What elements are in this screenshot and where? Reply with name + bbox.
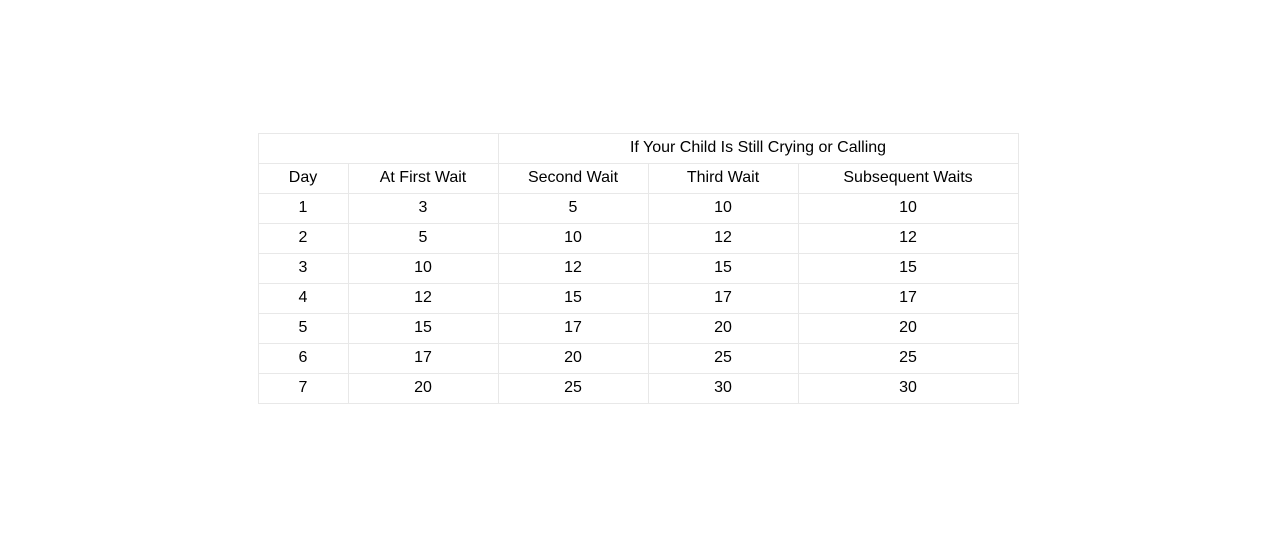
- cell-third-wait: 17: [648, 283, 798, 313]
- cell-subsequent-waits: 12: [798, 223, 1018, 253]
- cell-day: 5: [258, 313, 348, 343]
- cell-subsequent-waits: 25: [798, 343, 1018, 373]
- cell-day: 7: [258, 373, 348, 403]
- cell-third-wait: 25: [648, 343, 798, 373]
- cell-first-wait: 15: [348, 313, 498, 343]
- cell-third-wait: 12: [648, 223, 798, 253]
- column-header-third-wait: Third Wait: [648, 163, 798, 193]
- cell-third-wait: 10: [648, 193, 798, 223]
- merged-header-cell: If Your Child Is Still Crying or Calling: [498, 133, 1018, 163]
- table-header-row-2: Day At First Wait Second Wait Third Wait…: [258, 163, 1018, 193]
- table-row: 3 10 12 15 15: [258, 253, 1018, 283]
- cell-first-wait: 5: [348, 223, 498, 253]
- cell-second-wait: 5: [498, 193, 648, 223]
- cell-subsequent-waits: 30: [798, 373, 1018, 403]
- table-row: 7 20 25 30 30: [258, 373, 1018, 403]
- cell-subsequent-waits: 10: [798, 193, 1018, 223]
- blank-header-cell: [258, 133, 498, 163]
- cell-first-wait: 17: [348, 343, 498, 373]
- cell-first-wait: 3: [348, 193, 498, 223]
- cell-day: 4: [258, 283, 348, 313]
- cell-third-wait: 20: [648, 313, 798, 343]
- cell-day: 3: [258, 253, 348, 283]
- cell-third-wait: 15: [648, 253, 798, 283]
- wait-times-table: If Your Child Is Still Crying or Calling…: [258, 133, 1019, 404]
- column-header-first-wait: At First Wait: [348, 163, 498, 193]
- cell-first-wait: 10: [348, 253, 498, 283]
- cell-first-wait: 20: [348, 373, 498, 403]
- cell-subsequent-waits: 17: [798, 283, 1018, 313]
- column-header-second-wait: Second Wait: [498, 163, 648, 193]
- table-row: 1 3 5 10 10: [258, 193, 1018, 223]
- cell-day: 2: [258, 223, 348, 253]
- cell-second-wait: 10: [498, 223, 648, 253]
- cell-second-wait: 12: [498, 253, 648, 283]
- column-header-day: Day: [258, 163, 348, 193]
- cell-subsequent-waits: 15: [798, 253, 1018, 283]
- cell-third-wait: 30: [648, 373, 798, 403]
- column-header-subsequent-waits: Subsequent Waits: [798, 163, 1018, 193]
- table-header-row-1: If Your Child Is Still Crying or Calling: [258, 133, 1018, 163]
- table-row: 2 5 10 12 12: [258, 223, 1018, 253]
- cell-first-wait: 12: [348, 283, 498, 313]
- wait-times-table-container: If Your Child Is Still Crying or Calling…: [258, 133, 1018, 404]
- cell-second-wait: 25: [498, 373, 648, 403]
- table-row: 5 15 17 20 20: [258, 313, 1018, 343]
- cell-day: 1: [258, 193, 348, 223]
- table-row: 4 12 15 17 17: [258, 283, 1018, 313]
- table-row: 6 17 20 25 25: [258, 343, 1018, 373]
- cell-second-wait: 17: [498, 313, 648, 343]
- cell-subsequent-waits: 20: [798, 313, 1018, 343]
- cell-second-wait: 15: [498, 283, 648, 313]
- cell-second-wait: 20: [498, 343, 648, 373]
- cell-day: 6: [258, 343, 348, 373]
- table-body: 1 3 5 10 10 2 5 10 12 12 3 10 12 15 15: [258, 193, 1018, 403]
